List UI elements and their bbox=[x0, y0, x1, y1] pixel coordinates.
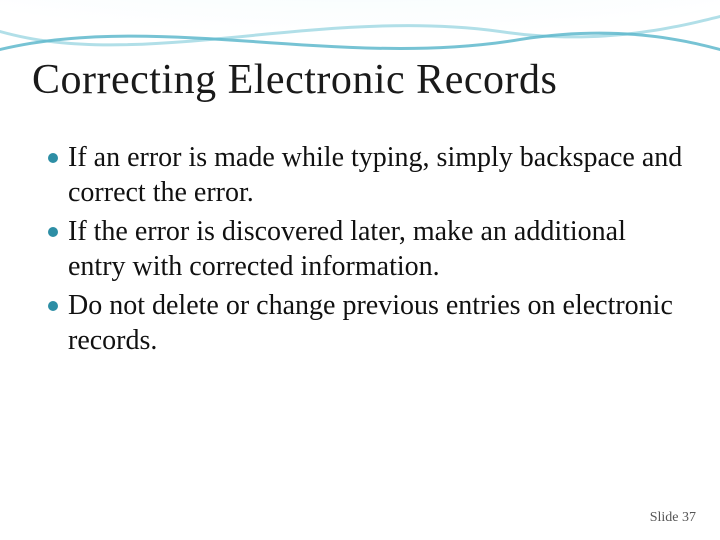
slide-number: Slide 37 bbox=[650, 510, 696, 526]
bullet-dot-icon bbox=[48, 227, 58, 237]
bullet-dot-icon bbox=[48, 301, 58, 311]
slide-body: If an error is made while typing, simply… bbox=[48, 140, 684, 362]
bullet-text: If an error is made while typing, simply… bbox=[68, 140, 684, 210]
slide-title: Correcting Electronic Records bbox=[32, 56, 688, 104]
bullet-item: Do not delete or change previous entries… bbox=[48, 288, 684, 358]
bullet-item: If the error is discovered later, make a… bbox=[48, 214, 684, 284]
slide: Correcting Electronic Records If an erro… bbox=[0, 0, 720, 540]
bullet-item: If an error is made while typing, simply… bbox=[48, 140, 684, 210]
bullet-dot-icon bbox=[48, 153, 58, 163]
bullet-text: Do not delete or change previous entries… bbox=[68, 288, 684, 358]
bullet-text: If the error is discovered later, make a… bbox=[68, 214, 684, 284]
